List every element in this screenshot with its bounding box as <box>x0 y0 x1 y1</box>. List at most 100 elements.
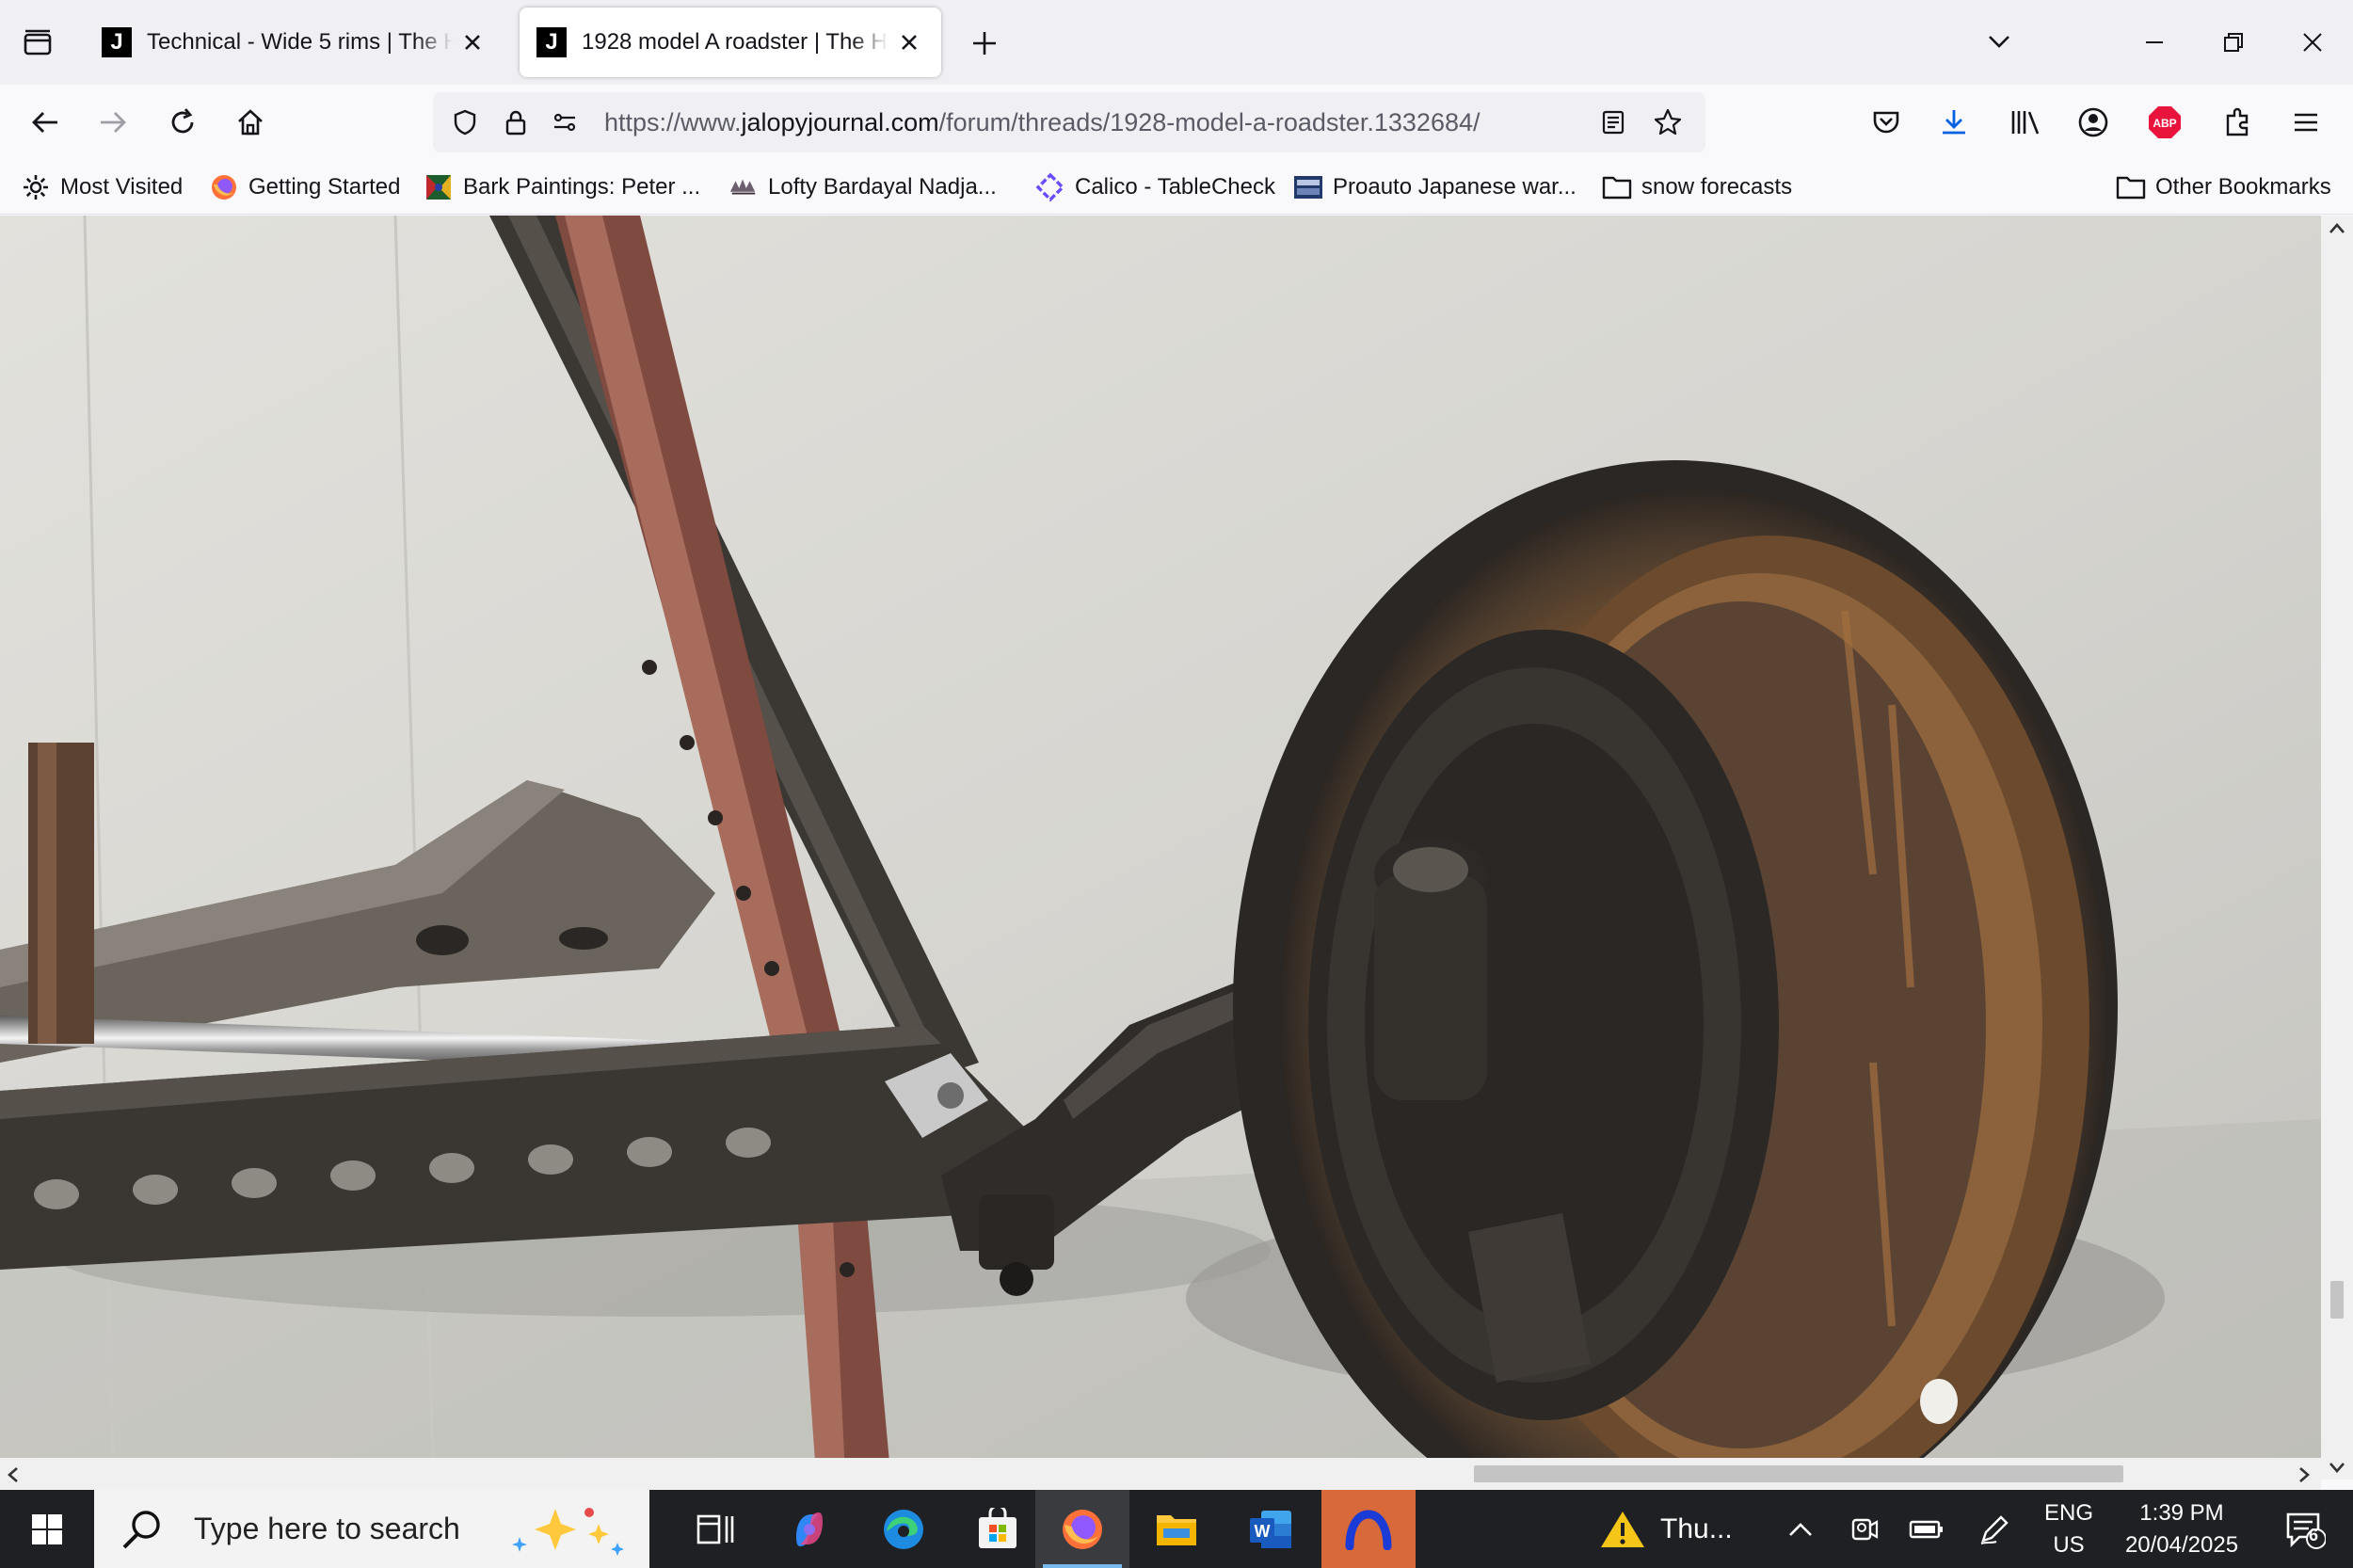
close-window-button[interactable] <box>2289 19 2336 66</box>
minimize-window-button[interactable] <box>2131 19 2178 66</box>
url-text[interactable]: https://www.jalopyjournal.com/forum/thre… <box>604 92 1481 152</box>
tab-technical-wide-rims[interactable]: J Technical - Wide 5 rims | The H.A.M.B. <box>85 8 504 77</box>
bookmark-lofty-bardayal[interactable]: Lofty Bardayal Nadja... <box>728 168 997 207</box>
bird-icon <box>728 172 759 202</box>
windows-taskbar: Type here to search W Thu... ENG US 1:39… <box>0 1490 2353 1568</box>
new-tab-button[interactable] <box>964 23 1005 64</box>
reload-icon[interactable] <box>158 98 207 147</box>
bookmarks-toolbar: Most Visited Getting Started Bark Painti… <box>0 160 2353 215</box>
bookmark-proauto-japanese[interactable]: Proauto Japanese war... <box>1293 168 1577 207</box>
rust-front-axle-wheel-photo <box>0 216 2321 1458</box>
tab-title: 1928 model A roadster | The H.A.M.B. <box>582 29 888 55</box>
firefox-taskbar-icon[interactable] <box>1035 1490 1129 1568</box>
region-code: US <box>2053 1532 2085 1558</box>
taskbar-search-box[interactable]: Type here to search <box>94 1490 649 1568</box>
microsoft-store-icon[interactable] <box>951 1490 1045 1568</box>
clock[interactable]: 1:39 PM 20/04/2025 <box>2105 1497 2259 1561</box>
webcam-icon[interactable] <box>1841 1490 1888 1568</box>
vertical-scrollbar[interactable] <box>2321 216 2353 1480</box>
list-all-tabs-chevron-down-icon[interactable] <box>1978 21 2020 62</box>
painting-icon <box>424 172 454 202</box>
account-icon[interactable] <box>2069 98 2118 147</box>
other-bookmarks-folder[interactable]: Other Bookmarks <box>2116 168 2331 207</box>
adblock-plus-icon[interactable]: ABP <box>2140 98 2189 147</box>
bookmark-label: snow forecasts <box>1641 174 1793 200</box>
url-path: /forum/threads/1928-model-a-roadster.133… <box>938 108 1481 136</box>
jalopy-favicon-icon: J <box>536 27 567 57</box>
close-icon[interactable] <box>458 27 488 57</box>
copilot-icon[interactable] <box>762 1490 856 1568</box>
downloads-icon[interactable] <box>1929 98 1978 147</box>
folder-icon <box>2116 172 2146 202</box>
bookmark-label: Most Visited <box>60 174 184 200</box>
battery-icon[interactable] <box>1901 1490 1952 1568</box>
tab-title: Technical - Wide 5 rims | The H.A.M.B. <box>147 29 453 55</box>
bookmark-label: Proauto Japanese war... <box>1333 174 1577 200</box>
clock-date: 20/04/2025 <box>2124 1532 2239 1558</box>
svg-text:W: W <box>1255 1522 1271 1541</box>
bookmark-label: Bark Paintings: Peter ... <box>463 174 701 200</box>
forward-arrow-icon[interactable] <box>88 98 137 147</box>
tracking-protection-shield-icon[interactable] <box>444 102 486 143</box>
scroll-left-arrow-icon[interactable] <box>6 1465 21 1484</box>
word-icon[interactable]: W <box>1224 1490 1318 1568</box>
show-hidden-icons-chevron-up-icon[interactable] <box>1777 1490 1824 1568</box>
menu-hamburger-icon[interactable] <box>2281 98 2330 147</box>
edge-browser-icon[interactable] <box>856 1490 951 1568</box>
tab-list-icon[interactable] <box>17 23 58 64</box>
bookmark-label: Lofty Bardayal Nadja... <box>768 174 997 200</box>
proauto-icon <box>1293 172 1323 202</box>
forum-image-viewport <box>0 216 2321 1458</box>
bookmark-getting-started[interactable]: Getting Started <box>209 168 400 207</box>
bookmark-most-visited[interactable]: Most Visited <box>21 168 183 207</box>
weather-widget[interactable]: Thu... <box>1598 1490 1758 1568</box>
url-host: jalopyjournal.com <box>741 108 939 136</box>
folder-icon <box>1602 172 1632 202</box>
tab-1928-model-a-roadster[interactable]: J 1928 model A roadster | The H.A.M.B. <box>520 8 941 77</box>
file-explorer-icon[interactable] <box>1129 1490 1224 1568</box>
input-language-indicator[interactable]: ENG US <box>2029 1497 2108 1561</box>
bookmark-label: Other Bookmarks <box>2155 174 2331 200</box>
weather-text: Thu... <box>1660 1512 1733 1544</box>
horizontal-scrollbar-thumb[interactable] <box>1474 1465 2123 1482</box>
jalopy-favicon-icon: J <box>102 27 132 57</box>
active-app-indicator <box>1043 1564 1122 1568</box>
vertical-scrollbar-thumb[interactable] <box>2330 1281 2344 1319</box>
clock-time: 1:39 PM <box>2139 1500 2224 1526</box>
search-highlight-sparkles-icon <box>512 1508 624 1556</box>
address-bar[interactable]: https://www.jalopyjournal.com/forum/thre… <box>433 92 1705 152</box>
bookmark-star-icon[interactable] <box>1647 102 1689 143</box>
scroll-up-arrow-icon[interactable] <box>2328 221 2346 236</box>
weather-warning-icon <box>1601 1511 1644 1547</box>
start-windows-icon[interactable] <box>0 1490 94 1568</box>
pocket-icon[interactable] <box>1862 98 1911 147</box>
restore-window-button[interactable] <box>2210 19 2257 66</box>
notification-count-badge: 6 <box>2309 1526 2319 1544</box>
notifications-icon[interactable]: 6 <box>2272 1490 2338 1568</box>
bookmark-calico-tablecheck[interactable]: Calico - TableCheck <box>1035 168 1275 207</box>
arc-app-icon[interactable] <box>1321 1490 1416 1568</box>
search-placeholder: Type here to search <box>194 1512 460 1545</box>
gear-icon <box>21 172 51 202</box>
bookmark-folder-snow-forecasts[interactable]: snow forecasts <box>1602 168 1792 207</box>
scroll-down-arrow-icon[interactable] <box>2328 1460 2346 1475</box>
reader-view-icon[interactable] <box>1593 102 1634 143</box>
bookmark-label: Calico - TableCheck <box>1075 174 1275 200</box>
home-icon[interactable] <box>226 98 275 147</box>
close-icon[interactable] <box>894 27 924 57</box>
lock-icon[interactable] <box>495 102 536 143</box>
scroll-right-arrow-icon[interactable] <box>2297 1465 2312 1484</box>
tab-strip: J Technical - Wide 5 rims | The H.A.M.B.… <box>0 0 2353 85</box>
navigation-toolbar: https://www.jalopyjournal.com/forum/thre… <box>0 85 2353 160</box>
task-view-icon[interactable] <box>668 1490 762 1568</box>
pen-icon[interactable] <box>1971 1490 2018 1568</box>
language-code: ENG <box>2043 1500 2093 1526</box>
bookmark-bark-paintings[interactable]: Bark Paintings: Peter ... <box>424 168 700 207</box>
permissions-sliders-icon[interactable] <box>544 102 585 143</box>
horizontal-scrollbar[interactable] <box>0 1458 2321 1490</box>
library-icon[interactable] <box>2001 98 2050 147</box>
bookmark-label: Getting Started <box>248 174 401 200</box>
extensions-puzzle-icon[interactable] <box>2214 98 2263 147</box>
svg-text:ABP: ABP <box>2153 117 2176 130</box>
back-arrow-icon[interactable] <box>21 98 70 147</box>
